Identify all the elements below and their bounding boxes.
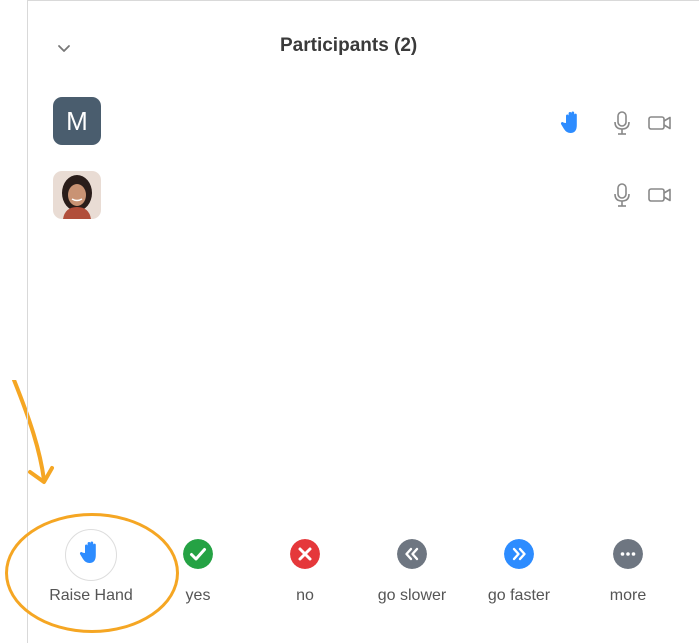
raised-hand-icon: [560, 111, 577, 133]
avatar-letter: M: [66, 105, 88, 136]
hand-icon: [79, 541, 96, 563]
no-button[interactable]: no: [260, 531, 350, 631]
no-label: no: [296, 587, 314, 604]
go-slower-button[interactable]: go slower: [367, 531, 457, 631]
raise-hand-label: Raise Hand: [49, 587, 133, 604]
double-chevron-left-icon: [397, 539, 427, 569]
panel-title: Participants (2): [280, 35, 418, 56]
go-slower-label: go slower: [377, 587, 447, 604]
microphone-icon[interactable]: [608, 109, 636, 137]
checkmark-icon: [183, 539, 213, 569]
participant-row[interactable]: M: [28, 97, 698, 153]
more-button[interactable]: more: [583, 531, 673, 631]
nonverbal-feedback-bar: Raise Hand yes no go slower go faster mo…: [28, 511, 699, 644]
more-label: more: [609, 587, 647, 604]
microphone-icon[interactable]: [608, 181, 636, 209]
participants-panel: Participants (2) M Raise Hand yes no go …: [27, 0, 699, 643]
avatar: [53, 171, 101, 219]
panel-header: Participants (2): [28, 1, 699, 91]
yes-button[interactable]: yes: [153, 531, 243, 631]
video-camera-icon[interactable]: [646, 181, 674, 209]
x-icon: [290, 539, 320, 569]
raise-hand-button[interactable]: Raise Hand: [46, 529, 136, 631]
video-camera-icon[interactable]: [646, 109, 674, 137]
avatar: M: [53, 97, 101, 145]
go-faster-label: go faster: [487, 587, 551, 604]
double-chevron-right-icon: [504, 539, 534, 569]
yes-label: yes: [185, 587, 211, 604]
avatar-photo-icon: [53, 171, 101, 219]
chevron-down-icon[interactable]: [54, 38, 74, 58]
participant-row[interactable]: [28, 171, 698, 227]
go-faster-button[interactable]: go faster: [474, 531, 564, 631]
ellipsis-icon: [613, 539, 643, 569]
